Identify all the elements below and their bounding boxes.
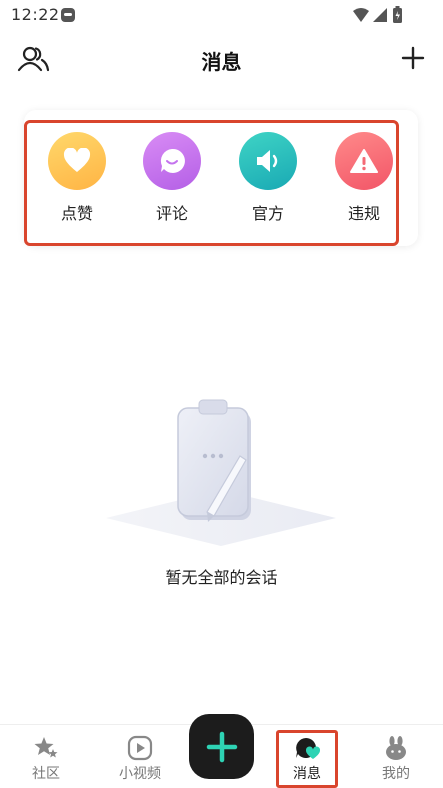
nav-label: 我的 — [382, 766, 410, 782]
empty-illustration — [101, 398, 341, 548]
category-violation[interactable]: 违规 — [324, 132, 404, 232]
header: 消息 — [0, 36, 443, 82]
nav-item-profile[interactable]: 我的 — [361, 735, 431, 785]
bunny-icon — [386, 736, 406, 760]
play-icon — [127, 735, 153, 761]
cell-signal-icon — [373, 8, 387, 22]
wifi-icon — [353, 8, 369, 22]
nav-item-short-video[interactable]: 小视频 — [105, 735, 175, 785]
heart-icon — [63, 148, 91, 172]
nav-item-messages[interactable]: 消息 — [272, 735, 342, 785]
speaker-icon — [257, 150, 278, 172]
category-comment[interactable]: 评论 — [132, 132, 212, 232]
status-time: 12:22 — [11, 5, 60, 24]
message-heart-icon — [296, 738, 320, 759]
app-notification-icon — [61, 8, 75, 22]
category-label: 官方 — [251, 204, 284, 223]
category-label: 违规 — [347, 204, 380, 223]
warning-icon — [350, 149, 378, 173]
page-title: 消息 — [201, 50, 242, 74]
nav-item-community[interactable]: 社区 — [11, 735, 81, 785]
nav-label: 社区 — [32, 766, 60, 782]
stars-icon — [34, 737, 58, 758]
empty-state-text: 暂无全部的会话 — [165, 568, 278, 587]
status-icons — [353, 6, 411, 24]
clipboard-illustration — [106, 399, 336, 546]
chat-bubble-icon — [160, 148, 185, 173]
category-card: 点赞 评论 官方 违规 — [24, 110, 418, 246]
add-button[interactable] — [401, 46, 425, 70]
compose-button[interactable] — [189, 714, 254, 779]
plus-icon — [401, 46, 425, 70]
plus-icon — [206, 731, 237, 762]
nav-label: 消息 — [293, 766, 321, 782]
status-bar: 12:22 — [0, 0, 443, 30]
category-like[interactable]: 点赞 — [37, 132, 117, 232]
battery-icon — [393, 6, 402, 23]
category-official[interactable]: 官方 — [228, 132, 308, 232]
category-label: 评论 — [155, 204, 188, 223]
category-label: 点赞 — [60, 204, 93, 223]
nav-label: 小视频 — [119, 766, 161, 782]
